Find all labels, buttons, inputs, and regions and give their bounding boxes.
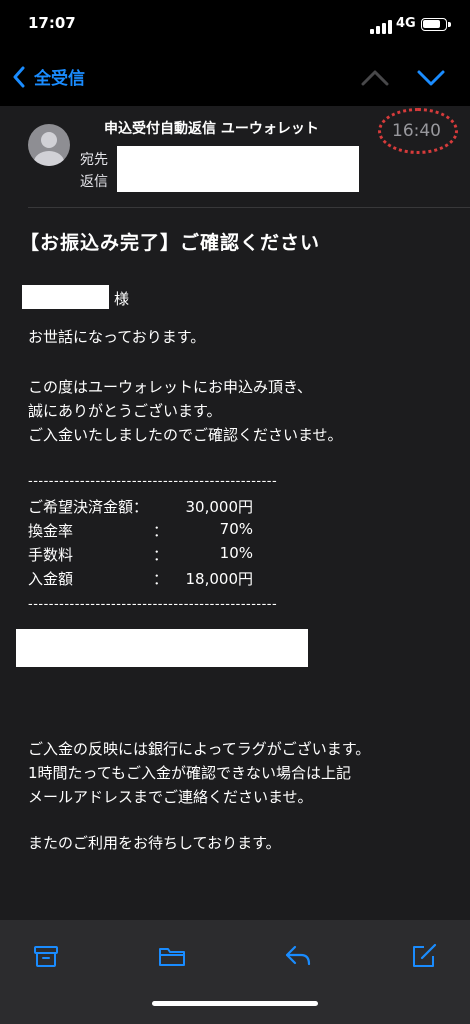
back-label: 全受信 — [34, 69, 85, 89]
row-value: 18,000円 — [185, 570, 254, 588]
body-line: 1時間たってもご入金が確認できない場合は上記 — [28, 764, 352, 782]
body-line: ご入金の反映には銀行によってラグがございます。 — [28, 740, 371, 758]
reply-to-label: 返信 — [80, 174, 108, 190]
bottom-toolbar — [0, 920, 470, 1024]
separator-line: ----------------------------------------… — [28, 474, 278, 489]
compose-icon[interactable] — [410, 942, 438, 970]
table-row: 手数料 ： 10% — [28, 544, 288, 566]
redacted-name — [22, 285, 109, 309]
mail-time: 16:40 — [392, 121, 441, 141]
row-colon: ： — [153, 546, 169, 564]
closing-text: またのご利用をお待ちしております。 — [28, 834, 281, 852]
redacted-recipient — [117, 146, 359, 192]
row-label: ご希望決済金額： — [28, 498, 149, 516]
body-line: ご入金いたしましたのでご確認くださいませ。 — [28, 426, 343, 444]
avatar[interactable] — [28, 124, 70, 166]
chevron-down-icon[interactable] — [416, 68, 446, 88]
separator-line: ----------------------------------------… — [28, 597, 278, 612]
cellular-signal-icon — [370, 20, 392, 34]
salutation-suffix: 様 — [114, 290, 130, 308]
battery-icon — [421, 18, 451, 31]
header-divider — [28, 207, 470, 208]
table-row: 換金率 ： 70% — [28, 520, 288, 542]
row-label: 手数料 — [28, 546, 74, 564]
chevron-up-icon[interactable] — [360, 68, 390, 88]
archive-icon[interactable] — [32, 942, 60, 970]
table-row: ご希望決済金額： 30,000円 — [28, 496, 288, 518]
reply-icon[interactable] — [284, 942, 312, 970]
redacted-block — [16, 629, 308, 667]
row-colon: ： — [153, 570, 169, 588]
status-time: 17:07 — [28, 14, 76, 32]
navigation-bar: 全受信 — [0, 50, 470, 106]
back-button[interactable]: 全受信 — [12, 64, 85, 89]
row-colon: ： — [153, 522, 169, 540]
person-icon — [34, 132, 64, 166]
row-value: 70% — [219, 520, 253, 538]
row-label: 入金額 — [28, 570, 74, 588]
home-indicator[interactable] — [152, 1001, 318, 1006]
body-line: この度はユーウォレットにお申込み頂き、 — [28, 378, 312, 396]
body-line: メールアドレスまでご連絡くださいませ。 — [28, 788, 313, 806]
status-bar: 17:07 4G — [0, 0, 470, 50]
to-label: 宛先 — [80, 152, 108, 168]
greeting-text: お世話になっております。 — [28, 328, 206, 346]
network-type: 4G — [396, 16, 416, 31]
chevron-left-icon — [13, 66, 25, 87]
row-label: 換金率 — [28, 522, 74, 540]
row-value: 10% — [219, 544, 253, 562]
sender-name[interactable]: 申込受付自動返信 ユーウォレット — [104, 118, 319, 138]
body-line: 誠にありがとうございます。 — [28, 402, 222, 420]
folder-icon[interactable] — [158, 942, 186, 970]
row-value: 30,000円 — [185, 498, 254, 516]
email-subject: 【お振込み完了】ご確認ください — [20, 232, 321, 254]
table-row: 入金額 ： 18,000円 — [28, 568, 288, 590]
